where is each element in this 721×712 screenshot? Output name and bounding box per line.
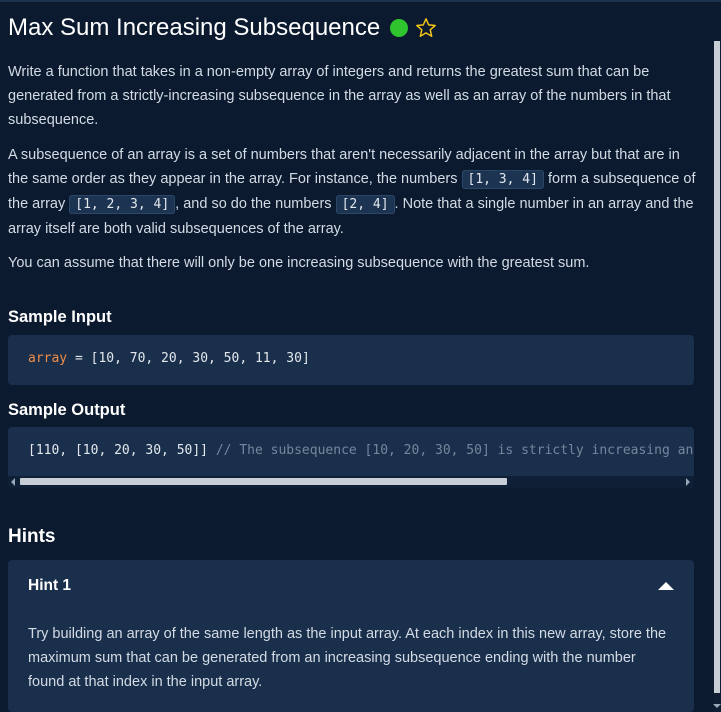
problem-content: Max Sum Increasing Subsequence Write a f… (8, 8, 698, 712)
scroll-left-icon[interactable] (11, 478, 15, 486)
vertical-scrollbar[interactable] (713, 41, 721, 712)
sample-input-code: array = [10, 70, 20, 30, 50, 11, 30] (8, 335, 694, 385)
sample-output-heading: Sample Output (8, 401, 126, 419)
scroll-down-icon[interactable] (713, 704, 721, 708)
scroll-right-icon[interactable] (686, 478, 690, 486)
inline-code: [1, 2, 3, 4] (69, 195, 176, 214)
hints-heading: Hints (8, 526, 56, 547)
top-border (0, 0, 721, 2)
title-row: Max Sum Increasing Subsequence (8, 8, 698, 48)
sample-output-code: [110, [10, 20, 30, 50]] // The subsequen… (8, 427, 694, 488)
status-dot-icon (390, 19, 409, 37)
page-title: Max Sum Increasing Subsequence (8, 14, 381, 41)
description-paragraph: You can assume that there will only be o… (8, 255, 590, 271)
inline-code: [2, 4] (335, 195, 395, 214)
code-comment: // The subsequence [10, 20, 30, 50] is s… (215, 443, 694, 458)
code-text: = [10, 70, 20, 30, 50, 11, 30] (67, 351, 310, 366)
star-outline-icon[interactable] (415, 17, 437, 39)
text-span: , and so do the numbers (175, 196, 336, 212)
hint-card: Hint 1 Try building an array of the same… (8, 560, 694, 712)
hint-header[interactable]: Hint 1 (28, 574, 674, 598)
sample-input-heading: Sample Input (8, 308, 112, 326)
description-paragraph: Write a function that takes in a non-emp… (8, 64, 671, 128)
caret-up-icon[interactable] (658, 582, 674, 590)
inline-code: [1, 3, 4] (461, 170, 544, 189)
description-paragraph: A subsequence of an array is a set of nu… (8, 143, 698, 241)
horizontal-scrollbar[interactable] (8, 476, 694, 488)
code-text: [110, [10, 20, 30, 50]] (28, 443, 216, 458)
code-keyword: array (28, 351, 68, 366)
hint-body: Try building an array of the same length… (28, 626, 667, 690)
scrollbar-thumb[interactable] (714, 41, 720, 693)
scrollbar-thumb[interactable] (20, 478, 507, 485)
hint-title: Hint 1 (28, 577, 72, 594)
